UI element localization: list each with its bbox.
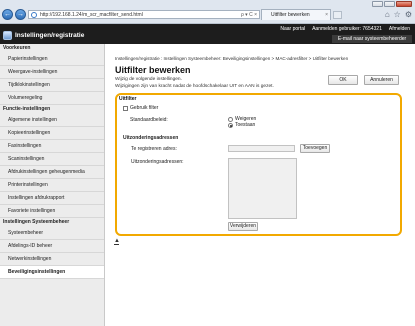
home-icon[interactable]: ⌂ bbox=[385, 10, 390, 19]
browser-tab[interactable]: Uitfilter bewerken × bbox=[261, 9, 331, 20]
tab-close-icon[interactable]: × bbox=[325, 10, 328, 20]
sidebar: Voorkeuren Papierinstellingen Weergave-i… bbox=[0, 44, 105, 326]
allow-radio[interactable] bbox=[228, 122, 233, 128]
address-actions-icon[interactable]: ρ ▾ C × bbox=[241, 11, 257, 18]
mail-admin-button[interactable]: E-mail naar systeembeheerder bbox=[332, 35, 412, 43]
address-text: http://192.168.1.24/m_scr_macfilter_send… bbox=[40, 12, 143, 18]
minimize-button[interactable] bbox=[372, 1, 383, 7]
sidebar-item-timer[interactable]: Tijdklokinstellingen bbox=[0, 79, 104, 92]
sidebar-item-memory-media[interactable]: Afdrukinstellingen geheugenmedia bbox=[0, 166, 104, 179]
portal-link[interactable]: Naar portal bbox=[280, 26, 305, 32]
delete-button[interactable]: Verwijderen bbox=[228, 222, 258, 231]
policy-label: Standaardbeleid: bbox=[130, 117, 168, 123]
forward-arrow-icon[interactable]: → bbox=[15, 9, 26, 20]
use-filter-checkbox[interactable] bbox=[123, 105, 128, 111]
sidebar-item-system-admin[interactable]: Systeembeheer bbox=[0, 227, 104, 240]
window-controls bbox=[372, 1, 412, 7]
close-window-button[interactable] bbox=[396, 1, 412, 7]
ie-logo-icon bbox=[31, 12, 37, 18]
back-to-top-underline bbox=[114, 244, 119, 245]
register-address-label: Te registreren adres: bbox=[131, 146, 177, 152]
policy-radio-group: Weigeren Toestaan bbox=[228, 116, 256, 128]
brand: Instellingen/registratie bbox=[3, 31, 84, 40]
brand-title: Instellingen/registratie bbox=[15, 32, 85, 39]
sidebar-heading: Functie-instellingen bbox=[3, 106, 51, 112]
header-links: Naar portal Aanmelden gebruiker: 7654321… bbox=[280, 26, 410, 32]
exception-list-label: Uitzonderingsadressen: bbox=[131, 159, 184, 165]
cancel-button[interactable]: Annuleren bbox=[364, 75, 399, 85]
favorites-star-icon[interactable]: ☆ bbox=[394, 10, 401, 19]
page-title: Uitfilter bewerken bbox=[115, 65, 191, 75]
sidebar-item-scan[interactable]: Scaninstellingen bbox=[0, 153, 104, 166]
intro-text: Wijzig de volgende instellingen. bbox=[115, 77, 182, 82]
outfilter-panel: Uitfilter Gebruik filter Standaardbeleid… bbox=[115, 93, 402, 236]
policy-option-allow: Toestaan bbox=[228, 122, 256, 128]
back-arrow-icon[interactable]: ← bbox=[2, 9, 13, 20]
sidebar-item-paper[interactable]: Papierinstellingen bbox=[0, 53, 104, 66]
nav-buttons: ← → bbox=[2, 9, 26, 20]
use-filter-row: Gebruik filter bbox=[123, 105, 158, 111]
settings-gear-icon[interactable]: ⚙ bbox=[405, 10, 412, 19]
browser-tools: ⌂ ☆ ⚙ bbox=[385, 10, 412, 19]
allow-label: Toestaan bbox=[235, 122, 256, 128]
app-header: Instellingen/registratie Naar portal Aan… bbox=[0, 24, 415, 44]
sidebar-item-display[interactable]: Weergave-instellingen bbox=[0, 66, 104, 79]
deny-radio[interactable] bbox=[228, 116, 233, 122]
browser-chrome: ← → http://192.168.1.24/m_scr_macfilter_… bbox=[0, 0, 415, 24]
sidebar-item-favorites[interactable]: Favoriete instellingen bbox=[0, 205, 104, 218]
new-tab-button[interactable] bbox=[333, 11, 342, 19]
sidebar-item-network[interactable]: Netwerkinstellingen bbox=[0, 253, 104, 266]
use-filter-label: Gebruik filter bbox=[130, 105, 159, 111]
add-button[interactable]: Toevoegen bbox=[300, 144, 330, 153]
main-content: Instellingen/registratie : Instellingen … bbox=[106, 44, 415, 326]
register-address-input[interactable] bbox=[228, 145, 295, 152]
sidebar-item-security[interactable]: Beveiligingsinstellingen bbox=[0, 266, 104, 279]
exceptions-section-title: Uitzonderingsadressen bbox=[123, 135, 179, 141]
panel-title: Uitfilter bbox=[119, 96, 137, 102]
login-user-text: Aanmelden gebruiker: 7654321 bbox=[312, 26, 382, 32]
breadcrumb: Instellingen/registratie : Instellingen … bbox=[115, 56, 349, 61]
restart-note: Wijzigingen zijn van kracht nadat de hoo… bbox=[115, 84, 274, 89]
maximize-button[interactable] bbox=[384, 1, 395, 7]
sidebar-item-copy[interactable]: Kopieerinstellingen bbox=[0, 127, 104, 140]
sidebar-heading: Instellingen Systeembeheer bbox=[3, 219, 70, 225]
sidebar-item-report[interactable]: Instellingen afdrukrapport bbox=[0, 192, 104, 205]
sidebar-item-fax[interactable]: Faxinstellingen bbox=[0, 140, 104, 153]
exception-address-list[interactable] bbox=[228, 158, 297, 219]
logout-link[interactable]: Afmelden bbox=[389, 26, 410, 32]
tab-title: Uitfilter bewerken bbox=[271, 12, 310, 18]
sidebar-item-dept-id[interactable]: Afdelings-ID beheer bbox=[0, 240, 104, 253]
ok-button[interactable]: OK bbox=[328, 75, 358, 85]
sidebar-heading: Voorkeuren bbox=[3, 45, 31, 51]
sidebar-item-common[interactable]: Algemene instellingen bbox=[0, 114, 104, 127]
sidebar-item-printer[interactable]: Printerinstellingen bbox=[0, 179, 104, 192]
settings-logo-icon bbox=[3, 31, 12, 40]
address-bar[interactable]: http://192.168.1.24/m_scr_macfilter_send… bbox=[28, 10, 260, 19]
sidebar-item-volume[interactable]: Volumeregeling bbox=[0, 92, 104, 105]
